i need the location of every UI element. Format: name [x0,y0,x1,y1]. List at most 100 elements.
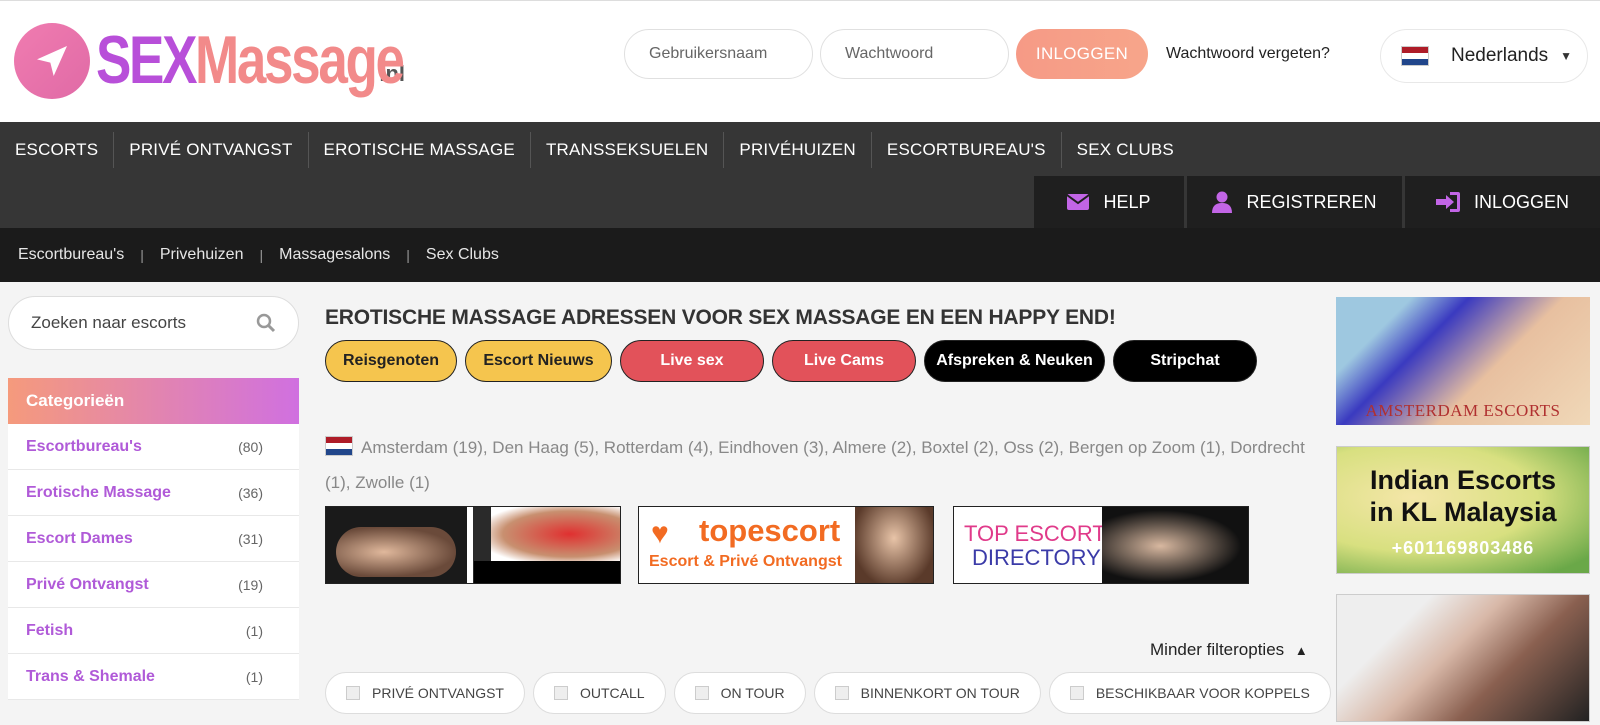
chevron-up-icon: ▲ [1294,643,1308,658]
search-box [8,296,299,350]
banner-subtitle: DIRECTORY [972,545,1101,570]
nav-item-escortbureaus[interactable]: ESCORTBUREAU'S [872,132,1062,168]
netherlands-flag-icon [1401,46,1429,66]
filter-outcall[interactable]: OUTCALL [532,672,666,714]
main-nav: ESCORTS PRIVÉ ONTVANGST EROTISCHE MASSAG… [0,122,1600,228]
toggle-filters-link[interactable]: Minder filteropties ▲ [1150,640,1308,660]
subnav-separator: | [406,247,410,263]
filter-label: ON TOUR [720,685,785,701]
envelope-icon [1067,194,1090,210]
filter-label: PRIVÉ ONTVANGST [372,685,504,701]
filter-beschikbaar-voor-koppels[interactable]: BESCHIKBAAR VOOR KOPPELS [1048,672,1331,714]
ad-phone: +601169803486 [1391,538,1535,558]
ad-caption: AMSTERDAM ESCORTS [1365,401,1561,420]
pill-reisgenoten[interactable]: Reisgenoten [325,340,457,382]
banner-topescort[interactable]: ♥ topescort Escort & Privé Ontvangst [638,506,934,584]
nav-item-prive-ontvangst[interactable]: PRIVÉ ONTVANGST [114,132,309,168]
ad-line: Indian Escorts [1369,465,1557,495]
filter-binnenkort-on-tour[interactable]: BINNENKORT ON TOUR [813,672,1041,714]
nav-item-escorts[interactable]: ESCORTS [0,132,115,168]
sign-in-icon [1435,192,1460,212]
forgot-password-link[interactable]: Wachtwoord vergeten? [1166,45,1330,63]
pill-afspreken-neuken[interactable]: Afspreken & Neuken [924,340,1105,382]
category-count: (1) [245,668,263,685]
side-ad-amsterdam-escorts[interactable]: AMSTERDAM ESCORTS [1336,297,1590,425]
filter-prive-ontvangst[interactable]: PRIVÉ ONTVANGST [325,672,525,714]
nav-item-sex-clubs[interactable]: SEX CLUBS [1062,132,1189,168]
banner-subtitle: Escort & Privé Ontvangst [649,553,842,570]
categories-list: Escortbureau's (80) Erotische Massage (36)… [8,424,299,700]
heart-icon: ♥ [651,517,669,550]
banner-photo [491,507,620,561]
checkbox[interactable] [553,686,568,700]
site-logo[interactable]: SEX Massage .nl [14,21,405,99]
category-label: Fetish [26,621,74,639]
nav-login-button[interactable]: INLOGGEN [1405,176,1600,228]
search-input[interactable] [31,313,256,333]
password-input[interactable] [820,29,1009,79]
subnav-sex-clubs[interactable]: Sex Clubs [426,246,499,264]
subnav-privehuizen[interactable]: Privehuizen [160,246,244,264]
checkbox[interactable] [834,686,849,700]
pill-live-sex[interactable]: Live sex [620,340,764,382]
logo-text-sex: SEX [96,22,197,98]
banner-photo [336,527,456,577]
category-item[interactable]: Erotische Massage (36) [8,470,299,516]
pill-escort-nieuws[interactable]: Escort Nieuws [465,340,612,382]
nav-login-label: INLOGGEN [1473,191,1570,212]
category-item[interactable]: Escort Dames (31) [8,516,299,562]
banner-ad-1[interactable] [325,506,621,584]
subnav-separator: | [259,247,264,263]
quick-links: Reisgenoten Escort Nieuws Live sex Live … [325,340,1257,382]
checkbox[interactable] [346,686,360,700]
category-count: (1) [245,622,263,639]
subnav-escortbureaus[interactable]: Escortbureau's [18,246,124,264]
category-count: (80) [238,438,263,455]
language-selector[interactable]: Nederlands ▼ [1380,29,1588,83]
checkbox[interactable] [694,686,709,700]
sub-nav: Escortbureau's | Privehuizen | Massagesa… [0,228,1600,282]
category-label: Trans & Shemale [26,667,155,685]
side-ad-photo[interactable] [1336,594,1590,722]
banner-top-escort-directory[interactable]: TOP ESCORT DIRECTORY [953,506,1249,584]
netherlands-flag-icon [325,436,353,456]
checkbox[interactable] [1069,686,1084,700]
side-ad-indian-escorts[interactable]: Indian Escorts in KL Malaysia +601169803… [1336,446,1590,574]
category-item[interactable]: Escortbureau's (80) [8,424,299,470]
category-item[interactable]: Privé Ontvangst (19) [8,562,299,608]
logo-text-massage: Massage [195,22,405,98]
category-count: (36) [238,484,263,501]
category-label: Privé Ontvangst [26,575,149,593]
search-icon[interactable] [256,313,276,333]
city-links[interactable]: Amsterdam (19), Den Haag (5), Rotterdam … [325,438,1305,492]
banner-title: TOP ESCORT [964,521,1106,546]
nav-item-erotische-massage[interactable]: EROTISCHE MASSAGE [309,132,531,168]
filter-label: BINNENKORT ON TOUR [860,685,1020,701]
register-button[interactable]: REGISTREREN [1187,176,1402,228]
category-item[interactable]: Fetish (1) [8,608,299,654]
category-count: (19) [238,576,263,593]
filter-label: OUTCALL [579,685,645,701]
user-icon [1212,191,1233,213]
subnav-massagesalons[interactable]: Massagesalons [279,246,390,264]
filter-on-tour[interactable]: ON TOUR [673,672,806,714]
pill-live-cams[interactable]: Live Cams [772,340,916,382]
banner-title: topescort [699,513,841,548]
pill-stripchat[interactable]: Stripchat [1113,340,1257,382]
register-label: REGISTREREN [1246,191,1377,212]
username-input[interactable] [624,29,813,79]
help-button[interactable]: HELP [1034,176,1184,228]
category-count: (31) [238,530,263,547]
site-header: SEX Massage .nl INLOGGEN Wachtwoord verg… [0,0,1600,122]
send-arrow-icon [14,23,90,99]
banner-photo [1102,507,1248,583]
help-label: HELP [1103,191,1151,212]
nav-item-privehuizen[interactable]: PRIVÉHUIZEN [724,132,872,168]
city-list: Amsterdam (19), Den Haag (5), Rotterdam … [325,430,1305,500]
nav-item-transseksuelen[interactable]: TRANSSEKSUELEN [531,132,725,168]
category-label: Erotische Massage [26,483,171,501]
login-button[interactable]: INLOGGEN [1016,29,1148,79]
filter-options: PRIVÉ ONTVANGST OUTCALL ON TOUR BINNENKO… [325,672,1331,714]
caret-down-icon: ▼ [1560,49,1573,63]
category-item[interactable]: Trans & Shemale (1) [8,654,299,700]
